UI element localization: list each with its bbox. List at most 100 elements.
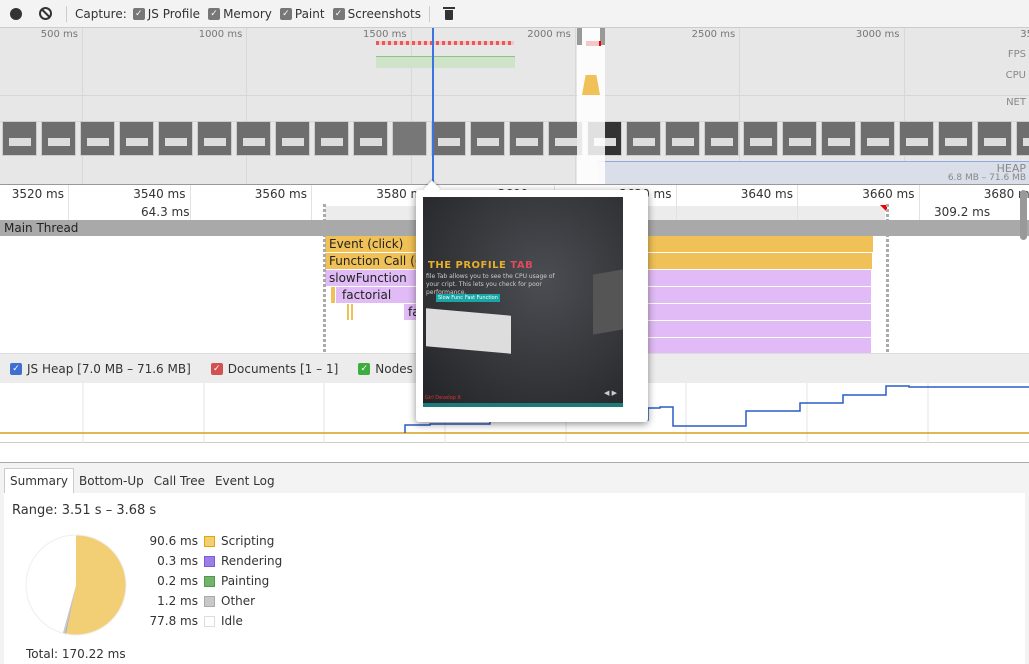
flame-entry-deep[interactable] — [648, 338, 871, 353]
screenshot-thumbnail[interactable] — [743, 121, 778, 156]
legend-label: Other — [221, 594, 256, 608]
shot-title-b: TAB — [510, 260, 534, 271]
legend-swatch — [204, 575, 215, 587]
frames-bar — [376, 41, 514, 45]
screenshot-thumbnail[interactable] — [977, 121, 1012, 156]
flame-scrollbar[interactable] — [1020, 190, 1027, 240]
legend-value: 0.2 ms — [157, 574, 198, 588]
screenshot-thumbnail[interactable] — [353, 121, 388, 156]
details-tabs: Summary Bottom-Up Call Tree Event Log — [0, 463, 1029, 493]
toolbar-divider — [429, 5, 430, 22]
shot-footer-bar — [423, 403, 623, 407]
selection-handle-left[interactable] — [577, 28, 582, 45]
shot-fast-button: Fast Function — [463, 294, 500, 302]
checkbox-label: JS Profile — [147, 6, 201, 21]
flame-entry-small[interactable] — [331, 287, 335, 303]
legend-row: 0.3 ms Rendering — [134, 551, 282, 571]
ruler-tick-label: 3520 ms — [11, 187, 64, 201]
memory-spacer — [0, 443, 1029, 463]
screenshots-checkbox[interactable]: ✓ Screenshots — [332, 6, 421, 21]
screenshot-thumbnail[interactable] — [197, 121, 232, 156]
overview-tick-label: 3000 ms — [855, 29, 900, 40]
legend-value: 90.6 ms — [149, 534, 198, 548]
toolbar: Capture: ✓ JS Profile ✓ Memory ✓ Paint ✓ Scr… — [0, 0, 1029, 28]
screenshot-thumbnail[interactable] — [431, 121, 466, 156]
counter-label: Documents [1 – 1] — [227, 361, 339, 376]
legend-swatch — [204, 535, 215, 547]
legend-row: 1.2 ms Other — [134, 591, 282, 611]
screenshot-thumbnail[interactable] — [2, 121, 37, 156]
legend-label: Painting — [221, 574, 270, 588]
screenshot-thumbnail[interactable] — [938, 121, 973, 156]
fps-label: FPS — [1007, 49, 1026, 60]
screenshot-thumbnail[interactable] — [626, 121, 661, 156]
shot-title: THE PROFILE TAB — [428, 260, 533, 271]
screenshot-thumbnail[interactable] — [860, 121, 895, 156]
screenshot-thumbnail[interactable] — [470, 121, 505, 156]
clear-icon — [38, 7, 52, 20]
checkmark-icon: ✓ — [332, 7, 345, 20]
legend-swatch — [204, 615, 215, 627]
screenshot-popover: THE PROFILE TAB file Tab allows you to s… — [416, 190, 648, 422]
paint-checkbox[interactable]: ✓ Paint — [279, 7, 325, 21]
documents-checkbox[interactable]: ✓ Documents [1 – 1] — [210, 361, 339, 376]
legend-value: 77.8 ms — [149, 614, 198, 628]
tab-call-tree[interactable]: Call Tree — [149, 469, 210, 493]
flame-entry-small[interactable] — [347, 304, 349, 320]
net-label: NET — [1006, 97, 1026, 108]
overview-gridline — [410, 28, 412, 184]
screenshot-thumbnail[interactable] — [704, 121, 739, 156]
screenshot-thumbnail[interactable] — [665, 121, 700, 156]
legend-label: Scripting — [221, 534, 275, 548]
trash-icon[interactable] — [443, 7, 455, 20]
js-profile-checkbox[interactable]: ✓ JS Profile — [132, 6, 201, 21]
record-button[interactable] — [8, 6, 24, 22]
screenshot-thumbnail[interactable] — [80, 121, 115, 156]
checkmark-icon: ✓ — [210, 362, 223, 375]
flame-entry-small[interactable] — [351, 304, 353, 320]
shot-footer-left: Girl Develop It — [425, 395, 461, 401]
timeline-overview[interactable]: FPS CPU NET HEAP 6.8 MB – 71.6 MB 500 ms… — [0, 28, 1029, 184]
screenshot-thumbnail[interactable] — [119, 121, 154, 156]
legend-value: 0.3 ms — [157, 554, 198, 568]
checkmark-icon: ✓ — [10, 362, 22, 375]
toolbar-divider — [66, 5, 67, 22]
screenshot-thumbnail[interactable] — [1016, 121, 1029, 156]
clear-button[interactable] — [37, 6, 53, 22]
tab-event-log[interactable]: Event Log — [210, 469, 280, 493]
tab-summary[interactable]: Summary — [4, 468, 74, 493]
screenshot-thumbnail[interactable] — [782, 121, 817, 156]
frame-marker — [586, 41, 601, 46]
legend-label: Idle — [221, 614, 243, 628]
ruler-tick-label: 3640 ms — [740, 187, 793, 201]
cpu-label: CPU — [1005, 70, 1026, 81]
tab-bottom-up[interactable]: Bottom-Up — [74, 469, 149, 493]
screenshot-thumbnail[interactable] — [314, 121, 349, 156]
record-icon — [10, 7, 22, 20]
fps-chart — [376, 56, 515, 68]
selection-end-marker — [886, 204, 889, 356]
screenshot-thumbnail[interactable] — [158, 121, 193, 156]
js-heap-checkbox[interactable]: ✓ JS Heap [7.0 MB – 71.6 MB] — [10, 362, 191, 376]
overview-gridline — [574, 28, 576, 184]
screenshot-thumbnail[interactable] — [392, 121, 427, 156]
screenshot-thumbnail[interactable] — [236, 121, 271, 156]
screenshot-thumbnail[interactable] — [509, 121, 544, 156]
checkbox-label: Screenshots — [347, 6, 421, 21]
flame-entry-deep[interactable] — [648, 321, 871, 337]
screenshot-thumbnail[interactable] — [821, 121, 856, 156]
legend-swatch — [204, 555, 215, 567]
legend-swatch — [204, 595, 215, 607]
total-label: Total: 170.22 ms — [26, 647, 126, 661]
checkmark-icon: ✓ — [279, 7, 292, 20]
shot-devtools-panel — [426, 308, 511, 354]
memory-checkbox[interactable]: ✓ Memory — [208, 7, 272, 21]
cpu-peak — [582, 75, 600, 95]
legend-row: 77.8 ms Idle — [134, 611, 282, 631]
overview-selection[interactable] — [577, 28, 605, 184]
screenshot-thumbnail[interactable] — [275, 121, 310, 156]
checkmark-icon: ✓ — [132, 7, 145, 20]
screenshot-thumbnail[interactable] — [899, 121, 934, 156]
overview-gridline — [82, 28, 83, 184]
screenshot-thumbnail[interactable] — [41, 121, 76, 156]
